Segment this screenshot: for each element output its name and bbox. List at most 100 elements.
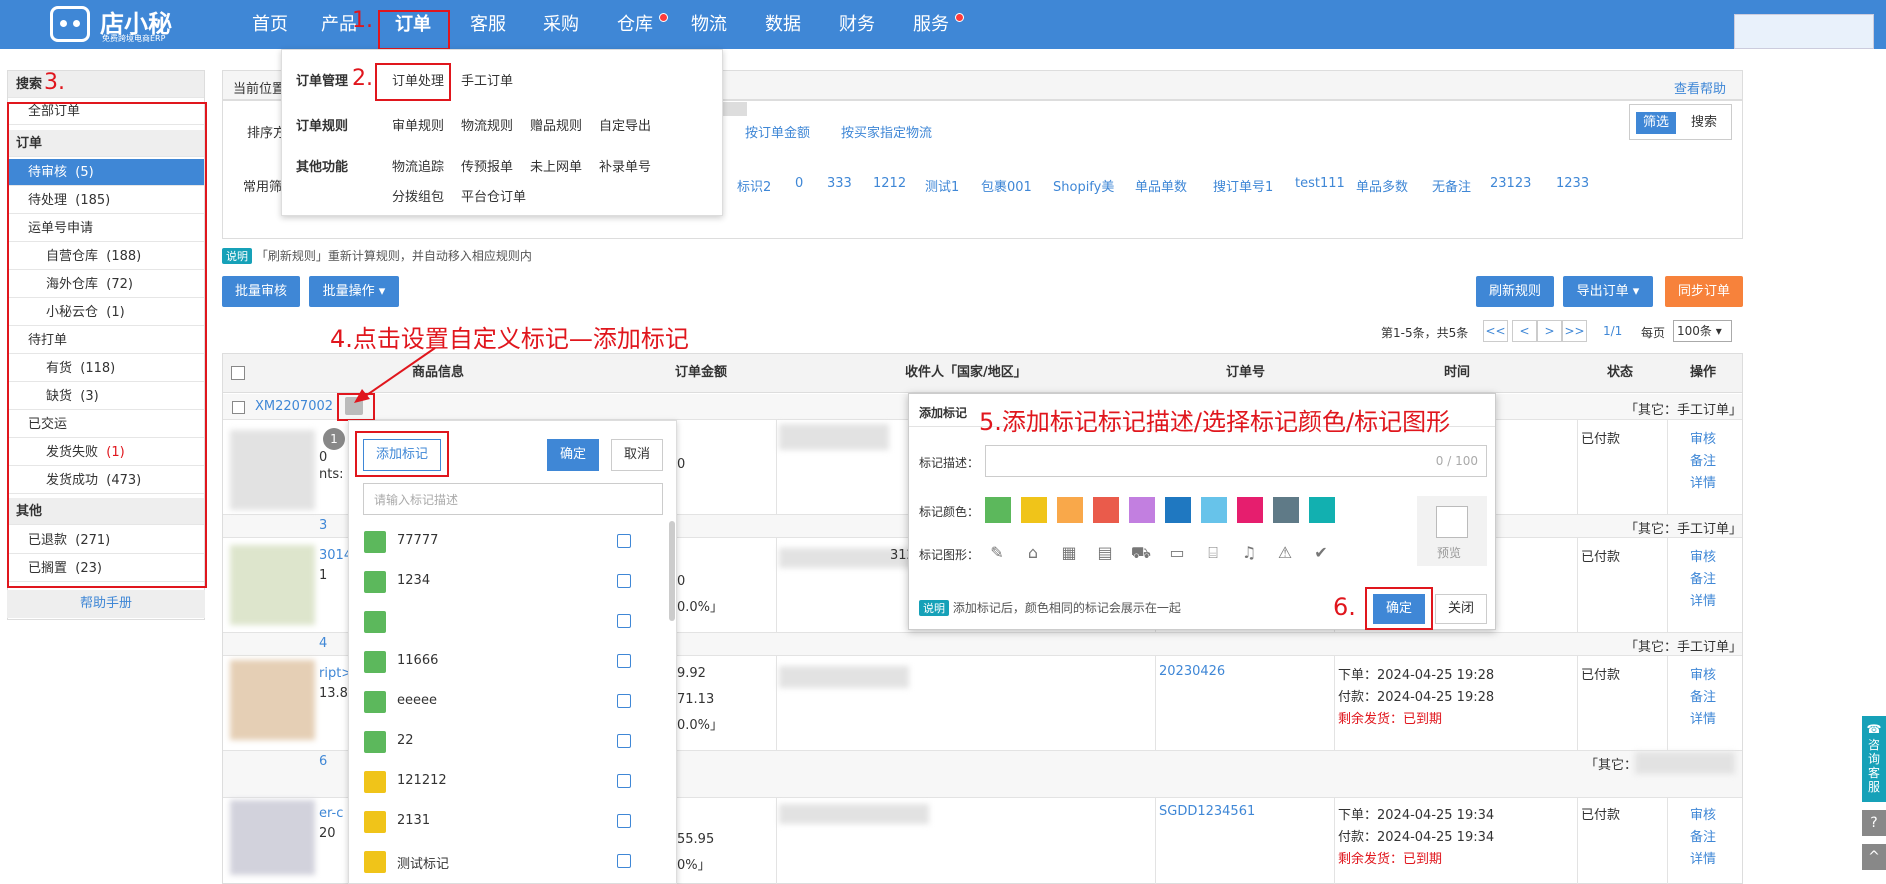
order-checkbox[interactable] [232, 401, 245, 414]
edit-tag-icon[interactable] [617, 774, 631, 788]
consult-service-button[interactable]: ☎ 咨询客服 [1862, 716, 1886, 802]
menu-gift-rules[interactable]: 赠品规则 [530, 115, 582, 134]
color-swatch[interactable] [985, 497, 1011, 523]
tag-list-item[interactable]: 121212 [359, 761, 649, 801]
truck-shape-icon[interactable]: ⛟ [1129, 541, 1153, 565]
nav-data[interactable]: 数据 [760, 0, 806, 49]
tag-popup-ok-button[interactable]: 确定 [547, 439, 599, 471]
tag-list-item[interactable]: 22 [359, 721, 649, 761]
help-manual-link[interactable]: 帮助手册 [7, 590, 205, 618]
edit-tag-icon[interactable] [617, 534, 631, 548]
edit-tag-icon[interactable] [617, 614, 631, 628]
row1-note-link[interactable]: 备注 [1690, 450, 1716, 469]
menu-forecast[interactable]: 传预报单 [461, 156, 513, 175]
batch-ops-button[interactable]: 批量操作 ▾ [309, 276, 399, 307]
row3-note-link[interactable]: 备注 [1690, 686, 1716, 705]
view-help-link[interactable]: 查看帮助 [1674, 78, 1726, 97]
edit-tag-icon[interactable] [617, 574, 631, 588]
color-swatch[interactable] [1237, 497, 1263, 523]
row3-detail-link[interactable]: 详情 [1690, 708, 1716, 727]
per-page-select[interactable]: 100条 ▾ [1673, 320, 1732, 342]
row1-audit-link[interactable]: 审核 [1690, 428, 1716, 447]
tag-desc-input[interactable]: 请输入标记描述 [363, 483, 663, 515]
edit-tag-icon[interactable] [617, 654, 631, 668]
sync-orders-button[interactable]: 同步订单 [1665, 276, 1743, 307]
nav-services[interactable]: 服务 [908, 0, 954, 49]
edit-tag-icon[interactable] [617, 694, 631, 708]
common-filter-link[interactable]: 无备注 [1432, 176, 1471, 195]
tag-popup-cancel-button[interactable]: 取消 [611, 439, 663, 471]
menu-not-online[interactable]: 未上网单 [530, 156, 582, 175]
row4-note-link[interactable]: 备注 [1690, 826, 1716, 845]
batch-audit-button[interactable]: 批量审核 [222, 276, 300, 307]
row4-detail-link[interactable]: 详情 [1690, 848, 1716, 867]
document-shape-icon[interactable]: ▤ [1093, 541, 1117, 565]
refresh-rules-button[interactable]: 刷新规则 [1476, 276, 1554, 307]
tag-list-item[interactable]: 11666 [359, 641, 649, 681]
common-filter-link[interactable]: 23123 [1490, 176, 1531, 191]
color-swatch[interactable] [1165, 497, 1191, 523]
row3-order-id[interactable]: 4 [319, 636, 327, 651]
sort-by-logistics[interactable]: 按买家指定物流 [841, 122, 932, 141]
menu-tracking[interactable]: 物流追踪 [392, 156, 444, 175]
common-filter-link[interactable]: 0 [795, 176, 803, 191]
common-filter-link[interactable]: 测试1 [925, 176, 959, 195]
nav-service[interactable]: 客服 [465, 0, 511, 49]
edit-shape-icon[interactable]: ✎ [985, 541, 1009, 565]
menu-dispatch[interactable]: 分拨组包 [392, 186, 444, 205]
color-swatch[interactable] [1201, 497, 1227, 523]
row2-order-id[interactable]: 3 [319, 518, 327, 533]
row4-order-no[interactable]: SGDD1234561 [1159, 804, 1255, 819]
pager-prev[interactable]: < [1512, 320, 1537, 342]
tag-list-item[interactable]: 1234 [359, 561, 649, 601]
pager-next[interactable]: > [1537, 320, 1562, 342]
tag-list-scrollbar[interactable] [669, 521, 675, 621]
bell-shape-icon[interactable]: ♫ [1237, 541, 1261, 565]
nav-home[interactable]: 首页 [245, 0, 295, 49]
user-area[interactable] [1734, 14, 1874, 49]
row3-audit-link[interactable]: 审核 [1690, 664, 1716, 683]
common-filter-link[interactable]: 333 [827, 176, 852, 191]
nav-finance[interactable]: 财务 [834, 0, 880, 49]
common-filter-link[interactable]: 包裹001 [981, 176, 1032, 195]
row4-audit-link[interactable]: 审核 [1690, 804, 1716, 823]
menu-manual-order[interactable]: 手工订单 [461, 70, 513, 89]
home-shape-icon[interactable]: ⌂ [1021, 541, 1045, 565]
row2-audit-link[interactable]: 审核 [1690, 546, 1716, 565]
color-swatch[interactable] [1309, 497, 1335, 523]
export-orders-button[interactable]: 导出订单 ▾ [1563, 276, 1653, 307]
menu-audit-rules[interactable]: 审单规则 [392, 115, 444, 134]
dialog-desc-input[interactable]: 0 / 100 [985, 445, 1487, 477]
box-shape-icon[interactable]: ▦ [1057, 541, 1081, 565]
row2-note-link[interactable]: 备注 [1690, 568, 1716, 587]
edit-tag-icon[interactable] [617, 734, 631, 748]
tag-list-item[interactable]: 测试标记 [359, 841, 649, 881]
edit-tag-icon[interactable] [617, 854, 631, 868]
menu-logistics-rules[interactable]: 物流规则 [461, 115, 513, 134]
menu-platform-warehouse[interactable]: 平台仓订单 [461, 186, 526, 205]
tag-list-item[interactable] [359, 601, 649, 641]
common-filter-link[interactable]: 单品单数 [1135, 176, 1187, 195]
edit-tag-icon[interactable] [617, 814, 631, 828]
row3-order-no[interactable]: 20230426 [1159, 664, 1225, 679]
color-swatch[interactable] [1057, 497, 1083, 523]
common-filter-link[interactable]: test111 [1295, 176, 1345, 191]
check-shape-icon[interactable]: ✔ [1309, 541, 1333, 565]
tag-list-item[interactable]: 77777 [359, 521, 649, 561]
row1-detail-link[interactable]: 详情 [1690, 472, 1716, 491]
nav-purchase[interactable]: 采购 [538, 0, 584, 49]
row4-sku[interactable]: er-c [319, 806, 343, 821]
color-swatch[interactable] [1021, 497, 1047, 523]
store-shape-icon[interactable]: ⌸ [1201, 541, 1225, 565]
color-swatch[interactable] [1093, 497, 1119, 523]
color-swatch[interactable] [1129, 497, 1155, 523]
search-button[interactable]: 搜索 [1682, 112, 1726, 134]
menu-supplement-no[interactable]: 补录单号 [599, 156, 651, 175]
file-shape-icon[interactable]: ▭ [1165, 541, 1189, 565]
nav-logistics[interactable]: 物流 [686, 0, 732, 49]
dialog-close-button[interactable]: 关闭 [1435, 594, 1487, 624]
common-filter-link[interactable]: 单品多数 [1356, 176, 1408, 195]
common-filter-link[interactable]: 1212 [873, 176, 906, 191]
menu-custom-export[interactable]: 自定导出 [599, 115, 651, 134]
common-filter-link[interactable]: 1233 [1556, 176, 1589, 191]
